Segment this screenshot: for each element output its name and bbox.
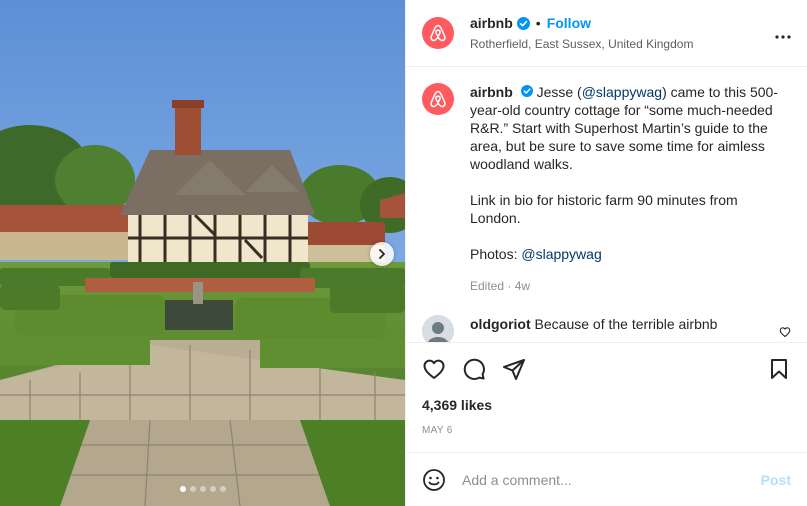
carousel-dot — [199, 486, 206, 492]
instagram-post: airbnb • Follow Rotherfield, East Sussex… — [0, 0, 807, 506]
bookmark-icon — [771, 359, 787, 379]
carousel-dot — [179, 486, 186, 492]
post-actions-area: 4,369 likes MAY 6 — [406, 342, 807, 452]
caption-avatar[interactable] — [422, 83, 454, 115]
save-button[interactable] — [767, 357, 791, 381]
comment-input[interactable] — [462, 471, 761, 488]
add-comment-bar: Post — [406, 452, 807, 506]
caption-username[interactable]: airbnb — [470, 84, 513, 100]
comment-text: Because of the terrible airbnb — [534, 316, 718, 332]
separator-dot: • — [535, 15, 541, 31]
more-options-button[interactable] — [775, 26, 791, 42]
emoji-icon — [423, 468, 445, 491]
edited-timestamp: Edited · 4w — [470, 279, 531, 293]
user-avatar-icon — [422, 315, 454, 342]
airbnb-logo-icon — [430, 24, 446, 42]
commenter-avatar[interactable] — [422, 315, 454, 342]
like-count[interactable]: 4,369 likes — [422, 397, 791, 413]
comment-item: oldgoriot Because of the terrible airbnb — [422, 315, 791, 342]
heart-icon — [779, 327, 791, 338]
post-comment-button[interactable]: Post — [761, 472, 791, 488]
post-photo[interactable] — [0, 0, 405, 506]
carousel-dot — [219, 486, 226, 492]
post-details-panel: airbnb • Follow Rotherfield, East Sussex… — [405, 0, 807, 506]
verified-badge-icon — [520, 85, 533, 97]
header-username[interactable]: airbnb — [470, 15, 513, 31]
heart-icon — [423, 359, 445, 379]
carousel-dot — [209, 486, 216, 492]
share-button[interactable] — [502, 357, 526, 381]
caption-text-part: Photos: — [470, 246, 522, 262]
mention-link[interactable]: @slappywag — [582, 84, 662, 100]
mention-link[interactable]: @slappywag — [521, 246, 601, 262]
verified-badge-icon — [516, 16, 530, 30]
like-comment-button[interactable] — [779, 325, 791, 341]
follow-button[interactable]: Follow — [547, 15, 591, 31]
commenter-username[interactable]: oldgoriot — [470, 316, 531, 332]
caption-paragraph: Link in bio for historic farm 90 minutes… — [470, 192, 738, 226]
airbnb-logo-icon — [430, 90, 446, 108]
next-photo-button[interactable] — [370, 242, 394, 266]
caption-text-part: Jesse ( — [536, 84, 582, 100]
carousel-indicator — [0, 486, 405, 492]
avatar[interactable] — [422, 17, 454, 49]
location-link[interactable]: Rotherfield, East Sussex, United Kingdom — [470, 37, 693, 51]
carousel-dot — [189, 486, 196, 492]
caption: airbnb Jesse (@slappywag) came to this 5… — [422, 83, 791, 295]
emoji-button[interactable] — [422, 468, 446, 492]
comments-section: airbnb Jesse (@slappywag) came to this 5… — [406, 67, 807, 342]
caption-text: airbnb Jesse (@slappywag) came to this 5… — [470, 83, 780, 295]
comment-icon — [463, 358, 485, 380]
chevron-right-icon — [379, 249, 385, 259]
comment-button[interactable] — [462, 357, 486, 381]
action-bar — [422, 343, 791, 395]
cottage-garden-image — [0, 0, 405, 506]
more-options-icon — [775, 35, 791, 39]
like-button[interactable] — [422, 357, 446, 381]
post-header: airbnb • Follow Rotherfield, East Sussex… — [406, 0, 807, 67]
post-date: MAY 6 — [422, 425, 453, 436]
share-icon — [503, 359, 525, 380]
